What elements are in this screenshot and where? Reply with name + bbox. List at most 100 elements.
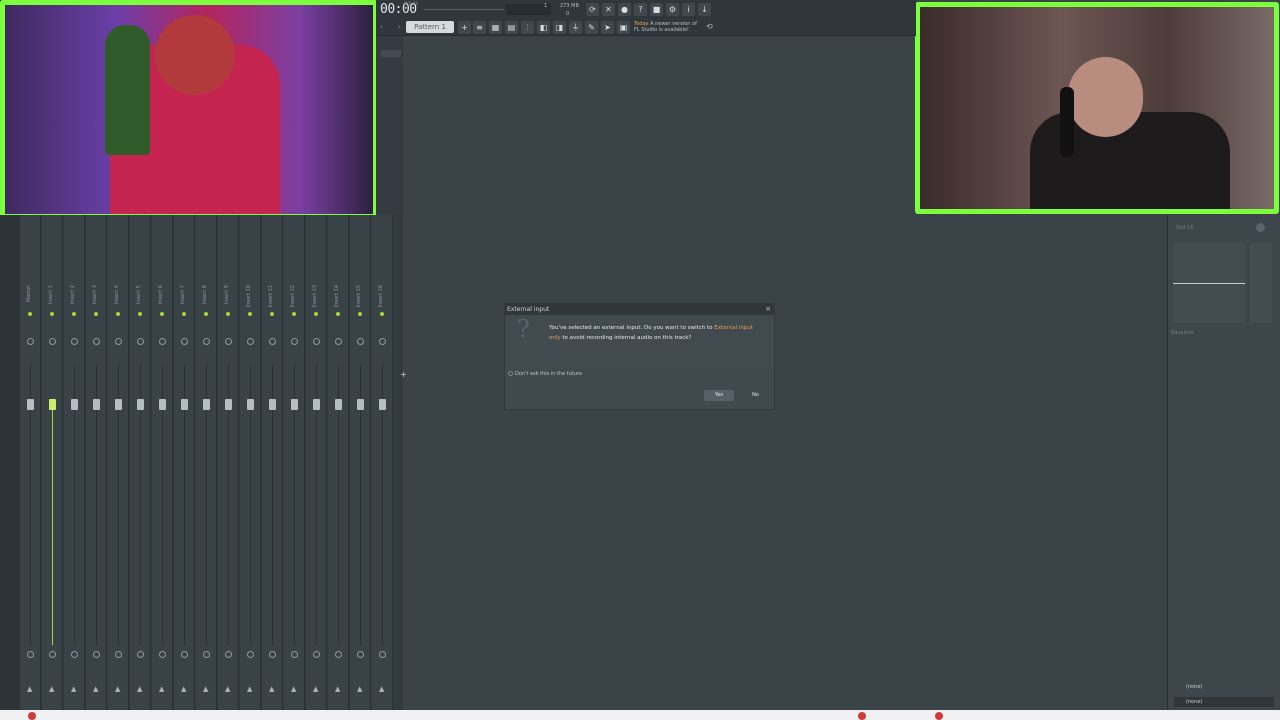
metronome-icon[interactable]: ✕	[602, 3, 615, 16]
pan-knob[interactable]	[137, 338, 144, 345]
mixer-strip[interactable]: Insert 12 ▲	[284, 215, 305, 710]
send-knob[interactable]	[27, 651, 34, 658]
send-knob[interactable]	[291, 651, 298, 658]
route-arrow-icon[interactable]: ▲	[225, 685, 230, 693]
mixer-strip[interactable]: Insert 9 ▲	[218, 215, 239, 710]
pan-knob[interactable]	[379, 338, 386, 345]
channel-rack-icon[interactable]: ▤	[505, 21, 518, 34]
mute-led-icon[interactable]	[28, 312, 32, 316]
mixer-strip[interactable]: Insert 11 ▲	[262, 215, 283, 710]
pan-knob[interactable]	[115, 338, 122, 345]
mute-led-icon[interactable]	[226, 312, 230, 316]
send-knob[interactable]	[357, 651, 364, 658]
settings-icon[interactable]: ⚙	[666, 3, 679, 16]
checkbox-icon[interactable]	[508, 371, 513, 376]
volume-fader[interactable]	[291, 399, 298, 410]
route-arrow-icon[interactable]: ▲	[27, 685, 32, 693]
route-arrow-icon[interactable]: ▲	[269, 685, 274, 693]
mixer-strip[interactable]: Insert 6 ▲	[152, 215, 173, 710]
volume-fader[interactable]	[335, 399, 342, 410]
pan-knob[interactable]	[225, 338, 232, 345]
send-knob[interactable]	[159, 651, 166, 658]
pattern-selector[interactable]: Pattern 1	[406, 21, 454, 33]
mute-led-icon[interactable]	[160, 312, 164, 316]
mixer-strip[interactable]: Insert 4 ▲	[108, 215, 129, 710]
volume-fader[interactable]	[93, 399, 100, 410]
send-knob[interactable]	[181, 651, 188, 658]
route-arrow-icon[interactable]: ▲	[71, 685, 76, 693]
scroll-handle[interactable]	[381, 50, 401, 57]
mixer-strip[interactable]: Insert 2 ▲	[64, 215, 85, 710]
record-icon[interactable]: ●	[618, 3, 631, 16]
route-arrow-icon[interactable]: ▲	[379, 685, 384, 693]
mute-led-icon[interactable]	[358, 312, 362, 316]
route-arrow-icon[interactable]: ▲	[335, 685, 340, 693]
info-icon[interactable]: i	[682, 3, 695, 16]
close-icon[interactable]: ×	[765, 305, 771, 313]
send-knob[interactable]	[379, 651, 386, 658]
playlist-icon[interactable]: ≡	[473, 21, 486, 34]
pan-knob[interactable]	[49, 338, 56, 345]
volume-fader[interactable]	[379, 399, 386, 410]
tools-icon[interactable]: ✎	[585, 21, 598, 34]
refresh-icon[interactable]: ⟲	[706, 22, 713, 31]
mute-led-icon[interactable]	[94, 312, 98, 316]
send-knob[interactable]	[71, 651, 78, 658]
route-arrow-icon[interactable]: ▲	[291, 685, 296, 693]
taskbar-app-icon[interactable]	[28, 712, 36, 720]
mute-led-icon[interactable]	[380, 312, 384, 316]
pan-knob[interactable]	[159, 338, 166, 345]
mute-led-icon[interactable]	[270, 312, 274, 316]
help-icon[interactable]: ?	[634, 3, 647, 16]
route-arrow-icon[interactable]: ▲	[115, 685, 120, 693]
mixer-strip[interactable]: Insert 13 ▲	[306, 215, 327, 710]
dont-ask-checkbox[interactable]: Don't ask this in the future	[508, 371, 582, 377]
mixer-strip[interactable]: Insert 16 ▲	[372, 215, 393, 710]
volume-fader[interactable]	[159, 399, 166, 410]
volume-fader[interactable]	[247, 399, 254, 410]
pan-knob[interactable]	[247, 338, 254, 345]
route-arrow-icon[interactable]: ▲	[357, 685, 362, 693]
route-arrow-icon[interactable]: ▲	[93, 685, 98, 693]
mixer-strip[interactable]: Insert 7 ▲	[174, 215, 195, 710]
volume-fader[interactable]	[115, 399, 122, 410]
send-knob[interactable]	[49, 651, 56, 658]
volume-fader[interactable]	[203, 399, 210, 410]
pan-knob[interactable]	[357, 338, 364, 345]
add-pattern-icon[interactable]: +	[458, 21, 471, 34]
volume-fader[interactable]	[313, 399, 320, 410]
mixer-strip[interactable]: Insert 10 ▲	[240, 215, 261, 710]
mute-led-icon[interactable]	[182, 312, 186, 316]
next-icon[interactable]: ›	[398, 23, 401, 31]
pan-knob[interactable]	[203, 338, 210, 345]
mixer-icon[interactable]: ⫶	[521, 21, 534, 34]
mixer-strip[interactable]: Insert 14 ▲	[328, 215, 349, 710]
volume-fader[interactable]	[49, 399, 56, 410]
mute-led-icon[interactable]	[292, 312, 296, 316]
send-knob[interactable]	[137, 651, 144, 658]
mixer-strip[interactable]: Insert 1 ▲	[42, 215, 63, 710]
pan-knob[interactable]	[313, 338, 320, 345]
send-knob[interactable]	[335, 651, 342, 658]
send-knob[interactable]	[247, 651, 254, 658]
mute-led-icon[interactable]	[314, 312, 318, 316]
yes-button[interactable]: Yes	[704, 390, 734, 401]
mute-led-icon[interactable]	[204, 312, 208, 316]
mute-led-icon[interactable]	[248, 312, 252, 316]
save-icon[interactable]: ■	[650, 3, 663, 16]
fx-slot-2[interactable]: (none)	[1174, 697, 1274, 707]
route-arrow-icon[interactable]: ▲	[159, 685, 164, 693]
route-arrow-icon[interactable]: ▲	[203, 685, 208, 693]
route-arrow-icon[interactable]: ▲	[137, 685, 142, 693]
mute-led-icon[interactable]	[72, 312, 76, 316]
download-icon[interactable]: ↓	[698, 3, 711, 16]
volume-fader[interactable]	[181, 399, 188, 410]
route-arrow-icon[interactable]: ▲	[49, 685, 54, 693]
eq-faders[interactable]	[1250, 243, 1272, 323]
news-icon[interactable]: ▣	[617, 21, 630, 34]
route-arrow-icon[interactable]: ▲	[181, 685, 186, 693]
browser-icon[interactable]: ◨	[553, 21, 566, 34]
volume-fader[interactable]	[269, 399, 276, 410]
mixer-strip[interactable]: Insert 8 ▲	[196, 215, 217, 710]
prev-icon[interactable]: ‹	[380, 23, 383, 31]
